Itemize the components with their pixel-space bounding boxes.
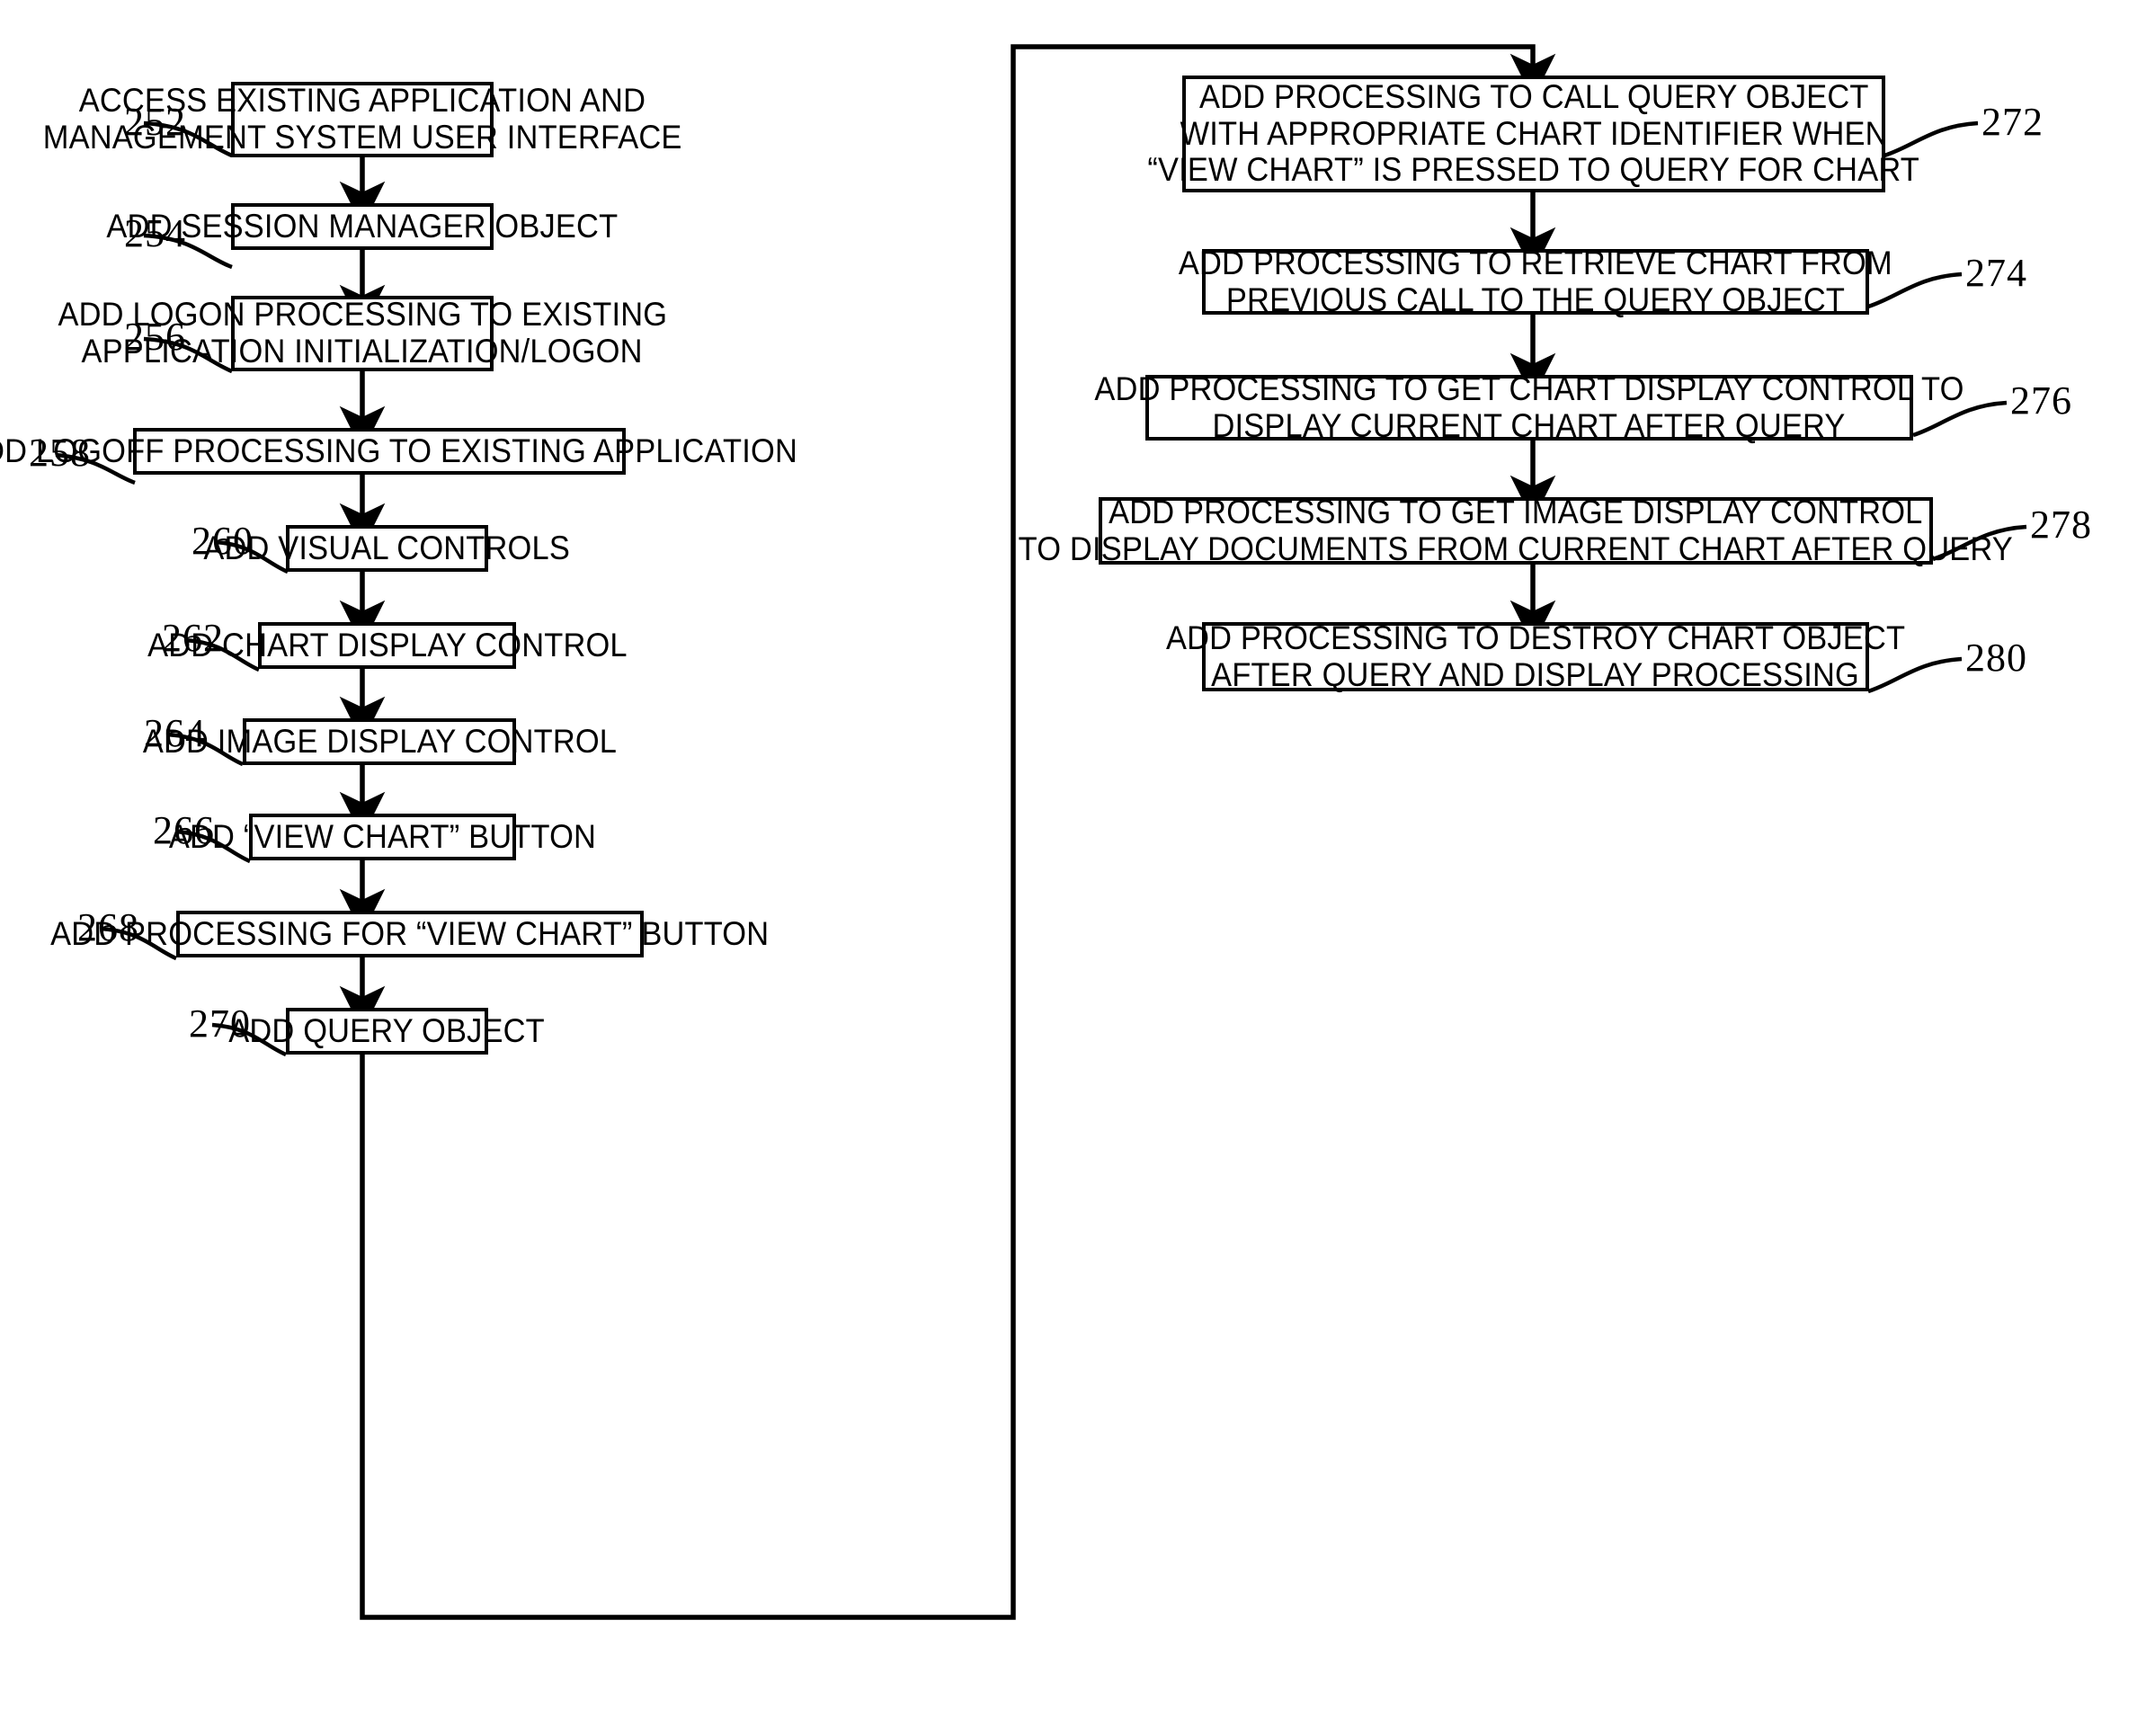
- ref-274: 274: [1965, 251, 2027, 295]
- node-266: ADD “VIEW CHART” BUTTON: [169, 814, 596, 860]
- node-274: ADD PROCESSING TO RETRIEVE CHART FROM PR…: [1179, 245, 1892, 317]
- ref-278: 278: [2030, 503, 2092, 547]
- node-260-line-0: ADD VISUAL CONTROLS: [203, 529, 571, 566]
- node-270-line-0: ADD QUERY OBJECT: [228, 1011, 546, 1049]
- node-280-line-1: AFTER QUERY AND DISPLAY PROCESSING: [1211, 655, 1860, 693]
- ref-270: 270: [189, 1002, 251, 1046]
- node-252: ACCESS EXISTING APPLICATION AND MANAGEME…: [43, 82, 681, 157]
- ref-256: 256: [124, 315, 186, 359]
- node-278-line-1: TO DISPLAY DOCUMENTS FROM CURRENT CHART …: [1018, 530, 2014, 567]
- leader-280: [1867, 656, 1963, 694]
- node-266-line-0: ADD “VIEW CHART” BUTTON: [168, 817, 597, 855]
- node-258-line-0: ADD LOGOFF PROCESSING TO EXISTING APPLIC…: [0, 432, 798, 469]
- node-258: ADD LOGOFF PROCESSING TO EXISTING APPLIC…: [0, 428, 797, 475]
- ref-272: 272: [1981, 100, 2044, 144]
- node-272-line-0: ADD PROCESSING TO CALL QUERY OBJECT: [1198, 77, 1869, 115]
- ref-260: 260: [191, 519, 254, 563]
- ref-280: 280: [1965, 636, 2027, 680]
- node-278-line-0: ADD PROCESSING TO GET IMAGE DISPLAY CONT…: [1109, 493, 1923, 530]
- node-260: ADD VISUAL CONTROLS: [204, 525, 570, 572]
- node-262: ADD CHART DISPLAY CONTROL: [147, 622, 627, 669]
- node-276-line-1: DISPLAY CURRENT CHART AFTER QUERY: [1212, 406, 1847, 444]
- node-272-line-2: “VIEW CHART” IS PRESSED TO QUERY FOR CHA…: [1147, 151, 1920, 189]
- node-268-line-0: ADD PROCESSING FOR “VIEW CHART” BUTTON: [50, 914, 770, 952]
- node-264: ADD IMAGE DISPLAY CONTROL: [142, 718, 616, 765]
- ref-258: 258: [29, 431, 91, 475]
- node-270: ADD QUERY OBJECT: [229, 1008, 545, 1055]
- node-280-line-0: ADD PROCESSING TO DESTROY CHART OBJECT: [1165, 619, 1906, 656]
- ref-276: 276: [2010, 378, 2072, 423]
- ref-266: 266: [153, 808, 215, 852]
- node-274-line-0: ADD PROCESSING TO RETRIEVE CHART FROM: [1179, 244, 1892, 281]
- ref-254: 254: [124, 211, 186, 255]
- node-268: ADD PROCESSING FOR “VIEW CHART” BUTTON: [50, 911, 769, 957]
- node-278: ADD PROCESSING TO GET IMAGE DISPLAY CONT…: [1019, 493, 2013, 566]
- node-272-line-1: WITH APPROPRIATE CHART IDENTIFIER WHEN: [1180, 114, 1888, 152]
- ref-264: 264: [144, 711, 206, 755]
- flowchart-canvas: ACCESS EXISTING APPLICATION AND MANAGEME…: [0, 0, 2155, 1736]
- node-276-line-0: ADD PROCESSING TO GET CHART DISPLAY CONT…: [1094, 369, 1964, 407]
- node-272: ADD PROCESSING TO CALL QUERY OBJECT WITH…: [1148, 76, 1919, 192]
- ref-262: 262: [162, 616, 224, 660]
- node-264-line-0: ADD IMAGE DISPLAY CONTROL: [142, 722, 617, 760]
- node-280: ADD PROCESSING TO DESTROY CHART OBJECT A…: [1166, 619, 1905, 693]
- ref-268: 268: [77, 905, 139, 949]
- node-254: ADD SESSION MANAGER OBJECT: [107, 203, 618, 250]
- node-256: ADD LOGON PROCESSING TO EXISTING APPLICA…: [58, 296, 667, 371]
- node-276: ADD PROCESSING TO GET CHART DISPLAY CONT…: [1094, 370, 1964, 443]
- node-274-line-1: PREVIOUS CALL TO THE QUERY OBJECT: [1225, 280, 1846, 318]
- ref-252: 252: [124, 100, 186, 144]
